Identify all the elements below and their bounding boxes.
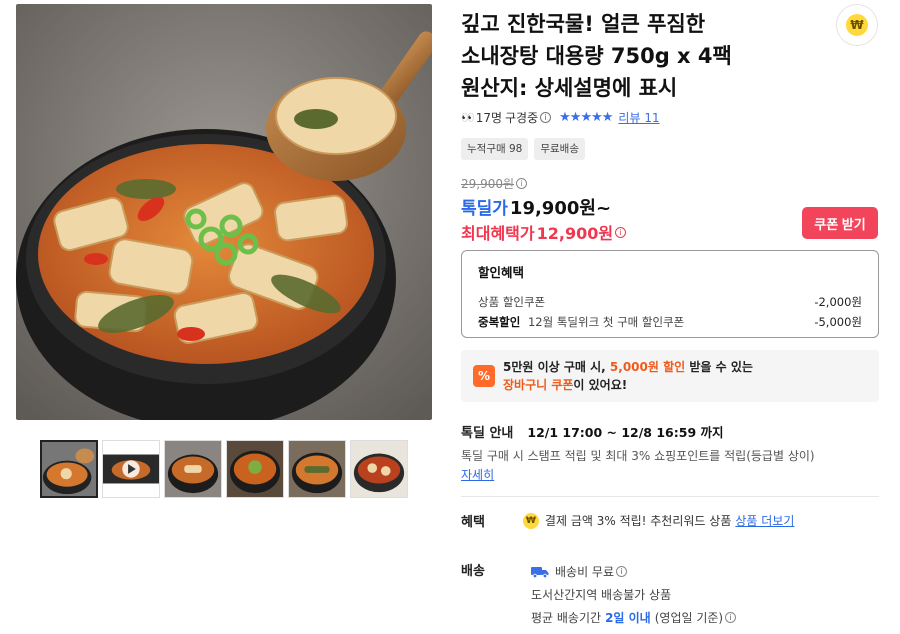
- discount-box-title: 할인혜택: [478, 265, 525, 280]
- max-benefit-info-icon[interactable]: i: [615, 226, 627, 238]
- get-coupon-button[interactable]: 쿠폰 받기: [802, 207, 878, 239]
- title-line-3: 원산지: 상세설명에 표시: [461, 76, 678, 100]
- original-price: 29,900원: [461, 177, 515, 191]
- cart-text-part2: 받을 수 있는: [685, 360, 753, 374]
- discount-strong-label: 중복할인: [478, 315, 521, 329]
- avg-shipping-suffix: (영업일 기준): [654, 611, 724, 625]
- product-main-image[interactable]: [16, 4, 432, 420]
- deal-detail-link[interactable]: 자세히: [461, 466, 494, 483]
- thumbnail-1[interactable]: [40, 440, 98, 498]
- discount-label: 12월 톡딜위크 첫 구매 할인쿠폰: [527, 315, 685, 329]
- shipping-label: 배송: [461, 564, 485, 579]
- won-coin-icon: ₩: [846, 14, 868, 36]
- product-tags: 누적구매 98 무료배송: [461, 138, 585, 160]
- tag-free-shipping: 무료배송: [534, 138, 585, 160]
- product-title: 깊고 진한국물! 얼큰 푸짐한 소내장탕 대용량 750g x 4팩 원산지: …: [461, 8, 801, 104]
- tag-purchase-count: 누적구매 98: [461, 138, 529, 160]
- discount-amount: -2,000원: [814, 295, 862, 309]
- avg-shipping-days: 2일 이내: [605, 611, 651, 625]
- won-coin-icon: ₩: [522, 512, 539, 529]
- shipping-fee: 배송비 무료: [555, 565, 615, 579]
- divider: [461, 496, 879, 497]
- shipping-restriction: 도서산간지역 배송불가 상품: [531, 588, 672, 602]
- thumbnail-5[interactable]: [288, 440, 346, 498]
- thumbnail-3[interactable]: [164, 440, 222, 498]
- original-price-row: 29,900원 i: [461, 175, 528, 192]
- thumbnail-4[interactable]: [226, 440, 284, 498]
- thumbnail-6[interactable]: [350, 440, 408, 498]
- price-info-icon[interactable]: i: [516, 178, 528, 189]
- deal-description: 톡딜 구매 시 스탬프 적립 및 최대 3% 쇼핑포인트를 적립(등급별 상이): [461, 449, 815, 463]
- point-button[interactable]: ₩: [836, 4, 878, 46]
- discount-row: 상품 할인쿠폰 -2,000원: [478, 292, 862, 312]
- shipping-restriction-row: 도서산간지역 배송불가 상품: [531, 583, 736, 606]
- cart-text-part1: 5만원 이상 구매 시,: [503, 360, 610, 374]
- benefit-label: 혜택: [461, 515, 485, 530]
- avg-shipping-prefix: 평균 배송기간: [531, 611, 602, 625]
- info-icon[interactable]: i: [540, 111, 552, 123]
- deal-label: 톡딜가: [461, 199, 508, 219]
- max-benefit-price: 12,900원: [536, 224, 614, 243]
- cart-coupon-banner[interactable]: % 5만원 이상 구매 시, 5,000원 할인 받을 수 있는 장바구니 쿠폰…: [461, 350, 879, 402]
- discount-label: 상품 할인쿠폰: [478, 295, 546, 309]
- discount-row: 중복할인 12월 톡딜위크 첫 구매 할인쿠폰 -5,000원: [478, 312, 862, 332]
- percent-icon: %: [473, 365, 495, 387]
- shipping-info-icon[interactable]: i: [616, 566, 628, 577]
- cart-text-highlight1: 5,000원 할인: [609, 360, 686, 374]
- rating-stars: ★★★★★: [559, 109, 613, 125]
- shipping-avg-row: 평균 배송기간 2일 이내 (영업일 기준) i: [531, 606, 737, 629]
- discount-benefits-box: 할인혜택 상품 할인쿠폰 -2,000원 중복할인 12월 톡딜위크 첫 구매 …: [461, 250, 879, 338]
- deal-price: 19,900원~: [509, 198, 612, 219]
- benefit-row: 혜택 ₩ 결제 금액 3% 적립! 추천리워드 상품 상품 더보기: [461, 511, 794, 530]
- avg-shipping-info-icon[interactable]: i: [725, 612, 737, 623]
- cart-text-part3: 이 있어요!: [573, 378, 628, 392]
- product-meta: 👀 17명 구경중 i ★★★★★ 리뷰 11: [461, 108, 660, 126]
- soup-photo: [16, 4, 432, 420]
- thumbnail-strip: [40, 440, 408, 498]
- title-line-2: 소내장탕 대용량 750g x 4팩: [461, 44, 732, 68]
- title-line-1: 깊고 진한국물! 얼큰 푸짐한: [461, 12, 706, 36]
- viewers-count: 17명: [475, 110, 503, 125]
- deal-info-section: 톡딜 안내 12/1 17:00 ~ 12/8 16:59 까지 톡딜 구매 시…: [461, 422, 881, 483]
- deal-price-row: 톡딜가 19,900원~: [461, 194, 611, 220]
- shipping-fee-row: 배송비 무료 i: [531, 560, 736, 583]
- eyes-icon: 👀: [461, 110, 475, 124]
- deal-info-label: 톡딜 안내: [461, 426, 514, 441]
- cart-text-highlight2: 장바구니 쿠폰: [503, 378, 574, 392]
- max-benefit-row: 최대혜택가 12,900원 i: [461, 220, 627, 244]
- discount-amount: -5,000원: [814, 315, 862, 329]
- max-benefit-label: 최대혜택가: [461, 224, 535, 243]
- thumbnail-video[interactable]: [102, 440, 160, 498]
- review-link[interactable]: 리뷰 11: [618, 109, 659, 126]
- viewers-suffix: 구경중: [505, 110, 539, 125]
- truck-icon: [531, 566, 549, 578]
- more-products-link[interactable]: 상품 더보기: [735, 512, 794, 529]
- cart-coupon-text: 5만원 이상 구매 시, 5,000원 할인 받을 수 있는 장바구니 쿠폰이 …: [503, 358, 753, 394]
- benefit-text: 결제 금액 3% 적립! 추천리워드 상품: [544, 514, 732, 528]
- deal-period: 12/1 17:00 ~ 12/8 16:59 까지: [527, 425, 724, 440]
